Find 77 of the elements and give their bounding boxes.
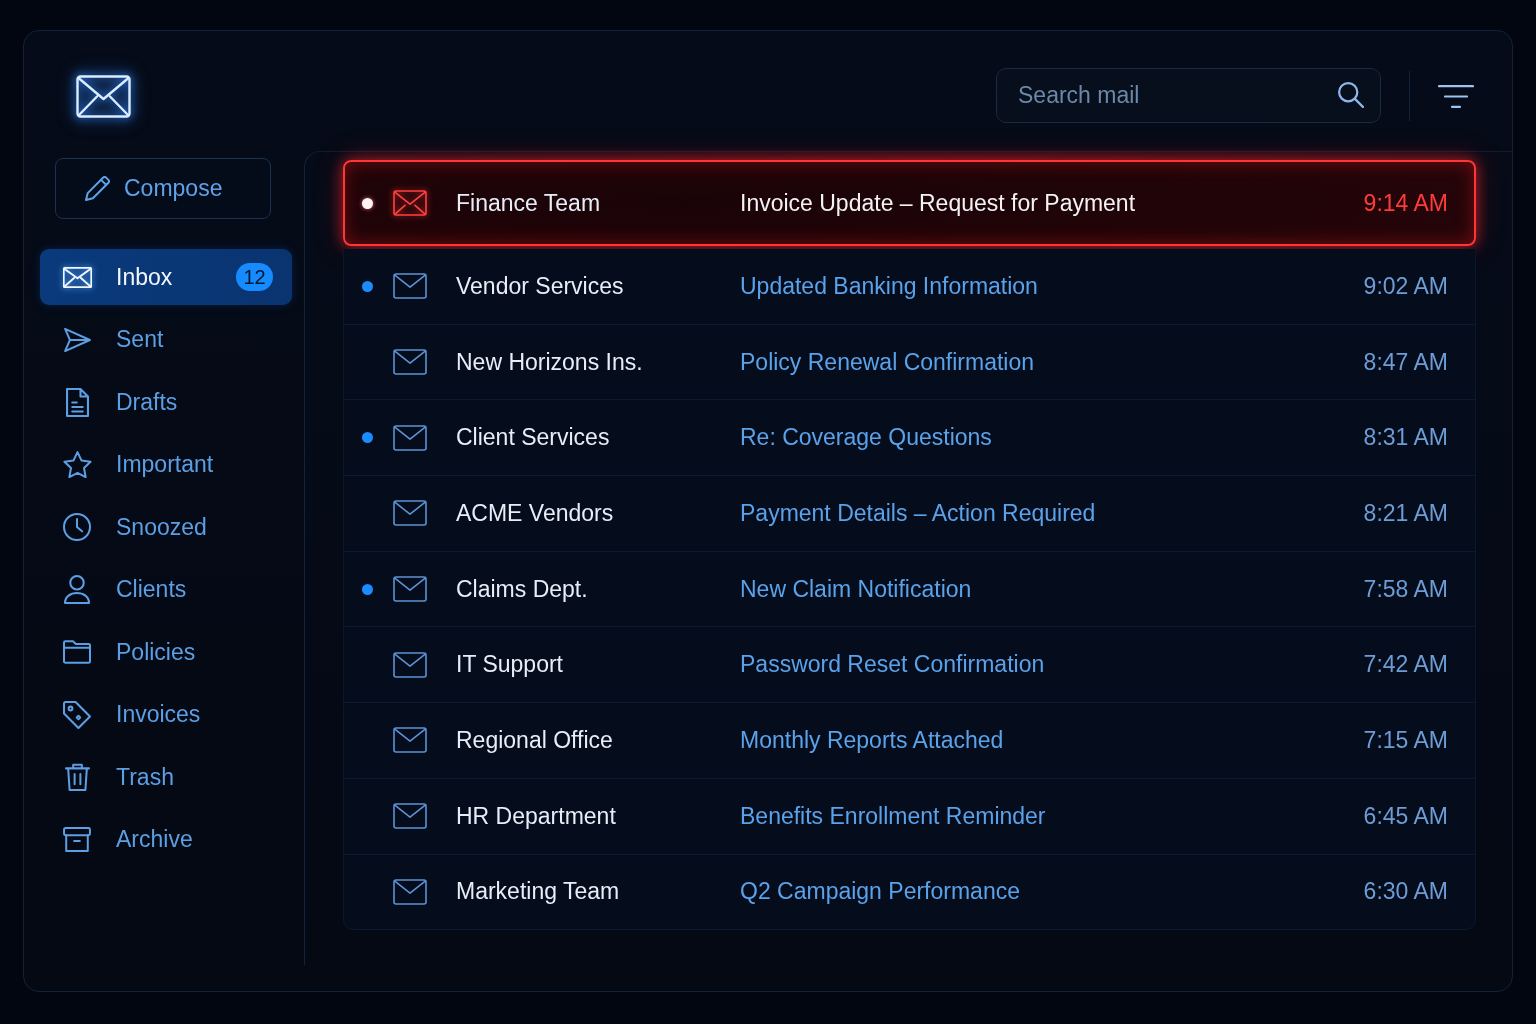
envelope-icon [393, 424, 427, 451]
message-time: 9:02 AM [1363, 272, 1448, 300]
folder-icon [63, 640, 91, 664]
sender-name: IT Support [456, 651, 564, 679]
envelope-icon [393, 576, 427, 603]
sender-name: HR Department [456, 802, 617, 830]
message-subject: Policy Renewal Confirmation [740, 348, 1035, 376]
sender-name: Regional Office [456, 726, 614, 754]
message-time: 9:14 AM [1363, 189, 1448, 217]
message-subject: Password Reset Confirmation [740, 651, 1046, 679]
message-subject: Invoice Update – Request for Payment [740, 189, 1137, 217]
trash-icon [64, 763, 90, 791]
nav-item[interactable]: Inbox 12 [40, 249, 292, 305]
nav-item[interactable]: Snoozed [40, 499, 292, 555]
message-time: 8:31 AM [1363, 424, 1448, 452]
envelope-icon [393, 803, 427, 830]
envelope-icon [393, 190, 427, 216]
search-field[interactable]: Search mail [996, 68, 1381, 123]
search-icon [1338, 82, 1364, 108]
paper-plane-icon [63, 327, 91, 352]
nav-item[interactable]: Trash [40, 749, 292, 805]
sender-name: Claims Dept. [456, 575, 589, 603]
nav-item[interactable]: Archive [40, 811, 292, 868]
star-icon [62, 451, 92, 478]
unread-count-badge: 12 [236, 263, 273, 291]
nav-item[interactable]: Drafts [40, 374, 292, 430]
envelope-logo-icon [76, 75, 131, 118]
tag-icon [63, 700, 91, 729]
envelope-icon [393, 273, 427, 300]
message-subject: Payment Details – Action Required [740, 499, 1097, 527]
pencil-icon [85, 176, 110, 201]
sender-name: ACME Vendors [456, 499, 615, 527]
envelope-icon [393, 651, 427, 678]
sender-name: New Horizons Ins. [456, 348, 644, 376]
message-subject: Monthly Reports Attached [740, 726, 1005, 754]
nav-item[interactable]: Invoices [40, 686, 292, 743]
message-time: 8:21 AM [1363, 499, 1448, 527]
message-subject: Re: Coverage Questions [740, 424, 993, 452]
message-subject: Benefits Enrollment Reminder [740, 802, 1047, 830]
envelope-icon [62, 266, 92, 288]
message-row[interactable]: New Horizons Ins. Policy Renewal Confirmation 8:47 AM [343, 324, 1476, 401]
message-time: 7:42 AM [1363, 651, 1448, 679]
envelope-icon [393, 349, 427, 376]
archive-box-icon [63, 827, 91, 852]
envelope-icon [393, 500, 427, 527]
clock-icon [63, 513, 91, 541]
message-row[interactable]: Finance Team Invoice Update – Request for Payment 9:14 AM [343, 160, 1476, 246]
message-time: 7:15 AM [1363, 726, 1448, 754]
message-row[interactable]: ACME Vendors Payment Details – Action Required 8:21 AM [343, 476, 1476, 552]
message-subject: New Claim Notification [740, 575, 973, 603]
nav-item[interactable]: Clients [40, 561, 292, 618]
sender-name: Marketing Team [456, 878, 621, 906]
person-icon [64, 575, 90, 604]
message-row[interactable]: HR Department Benefits Enrollment Reminder 6:45 AM [343, 778, 1476, 855]
message-row[interactable]: Vendor Services Updated Banking Information 9:02 AM [343, 249, 1476, 325]
message-subject: Q2 Campaign Performance [740, 878, 1021, 906]
compose-button[interactable]: Compose [55, 158, 271, 219]
envelope-icon [393, 727, 427, 754]
sender-name: Finance Team [456, 189, 602, 217]
message-row[interactable]: Claims Dept. New Claim Notification 7:58 AM [343, 551, 1476, 628]
message-time: 7:58 AM [1363, 575, 1448, 603]
message-row[interactable]: Client Services Re: Coverage Questions 8:31 AM [343, 400, 1476, 477]
message-row[interactable]: Marketing Team Q2 Campaign Performance 6:30 AM [343, 854, 1476, 931]
sender-name: Vendor Services [456, 272, 625, 300]
message-row[interactable]: IT Support Password Reset Confirmation 7:42 AM [343, 627, 1476, 704]
nav-item[interactable]: Policies [40, 624, 292, 680]
nav-item[interactable]: Important [40, 436, 292, 493]
sender-name: Client Services [456, 424, 611, 452]
message-row[interactable]: Regional Office Monthly Reports Attached 7:15 AM [343, 703, 1476, 779]
message-subject: Updated Banking Information [740, 272, 1039, 300]
envelope-icon [393, 878, 427, 905]
message-time: 6:45 AM [1363, 802, 1448, 830]
message-time: 6:30 AM [1363, 878, 1448, 906]
nav-item[interactable]: Sent [40, 311, 292, 368]
message-time: 8:47 AM [1363, 348, 1448, 376]
filter-icon[interactable] [1438, 85, 1474, 108]
document-icon [65, 387, 89, 417]
